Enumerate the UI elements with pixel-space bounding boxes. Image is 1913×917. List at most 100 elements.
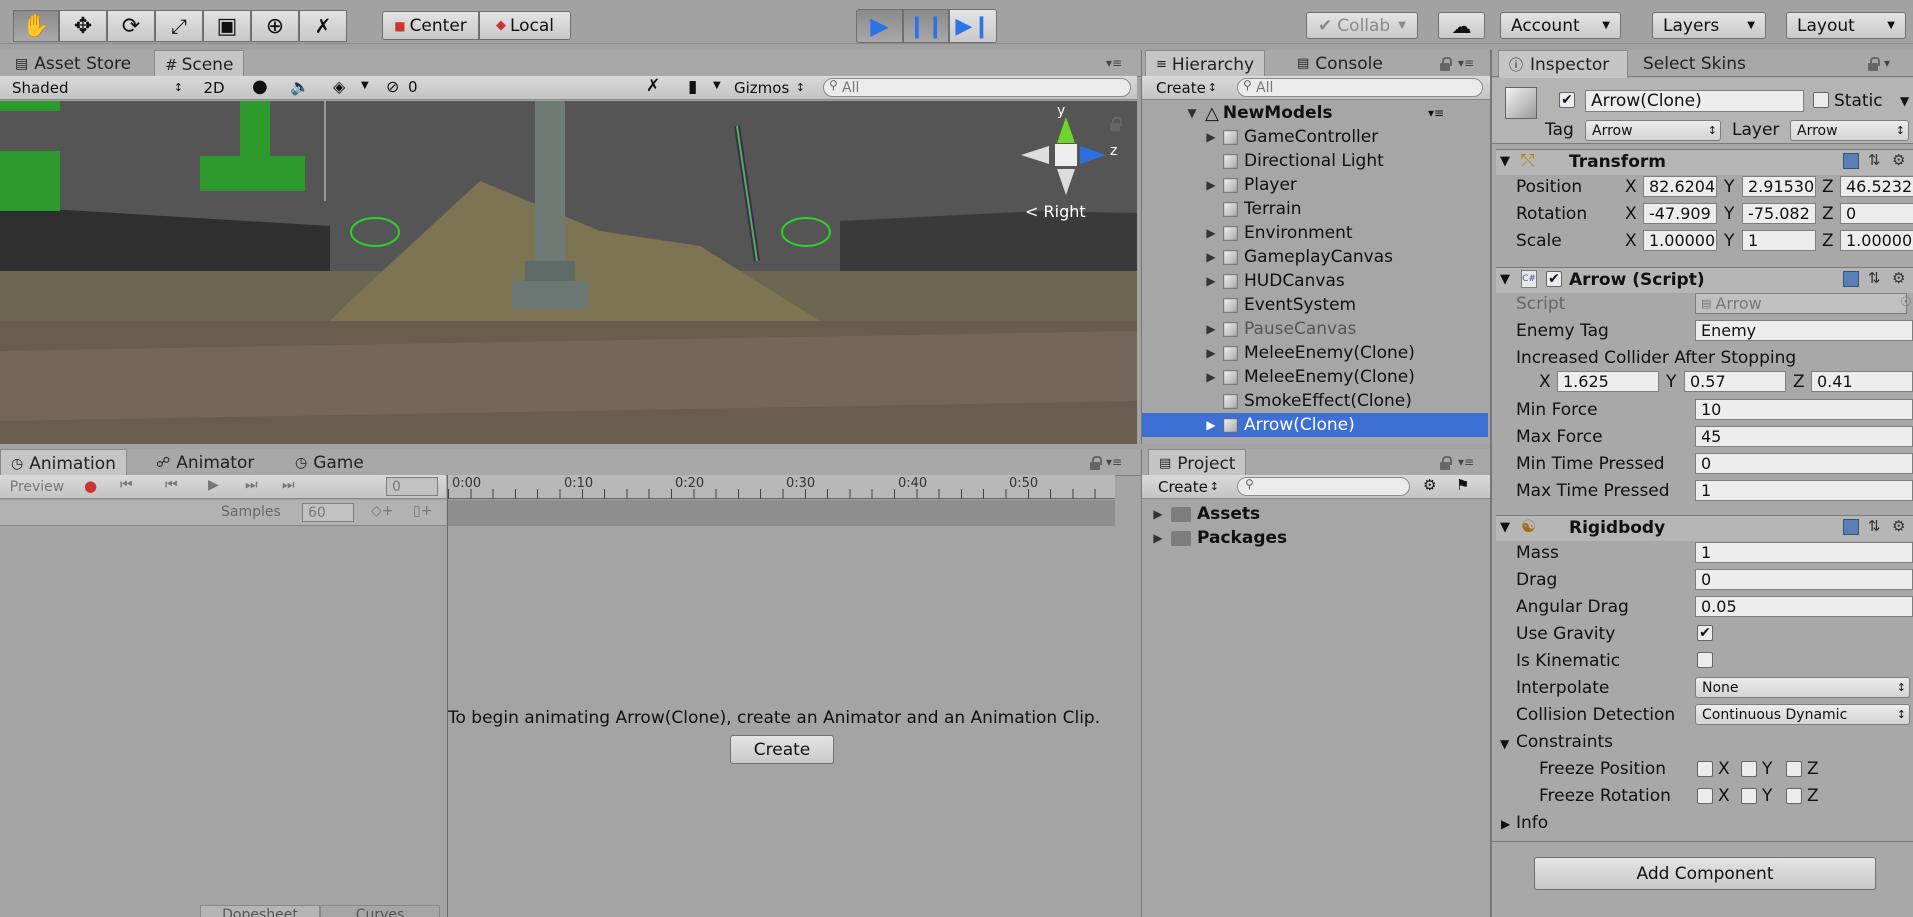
scene-search-input[interactable]: All <box>823 78 1131 97</box>
constraints-label[interactable]: Constraints <box>1516 732 1613 752</box>
tab-inspector[interactable]: ⓘ Inspector <box>1498 50 1629 78</box>
hierarchy-item[interactable]: ▶ HUDCanvas <box>1142 269 1488 293</box>
preset-icon[interactable]: ⇅ <box>1868 151 1881 169</box>
last-frame-icon[interactable]: ⏭ <box>282 477 295 493</box>
transform-tool-button[interactable]: ⊕ <box>251 10 299 42</box>
project-folder-packages[interactable]: ▶ Packages <box>1149 526 1491 550</box>
effects-icon[interactable]: ◈ <box>333 77 345 96</box>
tag-dropdown[interactable]: Arrow <box>1585 120 1721 141</box>
tab-animator[interactable]: ☍ Animator <box>146 449 264 476</box>
hidden-objects-icon[interactable]: ⊘ <box>386 77 399 96</box>
layer-dropdown[interactable]: Arrow <box>1790 120 1909 141</box>
cloud-button[interactable]: ☁ <box>1438 12 1485 39</box>
collab-dropdown[interactable]: ✔ Collab ▼ <box>1306 12 1418 39</box>
rotate-tool-button[interactable]: ⟳ <box>107 10 155 42</box>
freeze-rotation-x-checkbox[interactable] <box>1697 788 1713 804</box>
hierarchy-item[interactable]: Directional Light <box>1142 149 1488 173</box>
lock-icon[interactable] <box>1440 456 1452 470</box>
drag-input[interactable]: 0 <box>1695 569 1913 590</box>
transform-z-input[interactable]: 1.00000 <box>1840 230 1913 251</box>
collider-z-input[interactable]: 0.41 <box>1811 371 1913 392</box>
add-event-icon[interactable]: ▯+ <box>413 503 432 519</box>
expand-arrow-icon[interactable]: ▼ <box>1500 737 1509 751</box>
audio-icon[interactable]: 🔈 <box>290 77 310 96</box>
tab-asset-store[interactable]: ▤ Asset Store <box>5 50 141 77</box>
script-enabled-checkbox[interactable]: ✔ <box>1546 271 1562 287</box>
object-active-checkbox[interactable]: ✔ <box>1559 92 1575 108</box>
tab-project[interactable]: ▤ Project <box>1148 449 1247 477</box>
hierarchy-search-input[interactable]: All <box>1237 78 1483 97</box>
tab-console[interactable]: ▤ Console <box>1287 50 1393 77</box>
pivot-local-button[interactable]: ◆ Local <box>479 11 571 40</box>
prev-frame-icon[interactable]: ⏮ <box>165 477 178 493</box>
hierarchy-item[interactable]: ▶ Arrow(Clone) <box>1142 413 1488 437</box>
expand-arrow-icon[interactable]: ▶ <box>1202 418 1220 432</box>
pause-button[interactable]: ❙❙ <box>903 9 949 43</box>
expand-arrow-icon[interactable]: ▶ <box>1202 322 1220 336</box>
gear-icon[interactable]: ⚙ <box>1892 269 1905 287</box>
tab-select-skins[interactable]: Select Skins <box>1633 50 1756 77</box>
mode-2d-button[interactable]: 2D <box>195 77 233 99</box>
use-gravity-checkbox[interactable]: ✔ <box>1697 625 1713 641</box>
expand-arrow-icon[interactable]: ▶ <box>1202 370 1220 384</box>
help-icon[interactable] <box>1843 271 1859 287</box>
filter-by-label-icon[interactable]: ⚑ <box>1456 476 1469 494</box>
lock-icon[interactable] <box>1440 57 1452 71</box>
angular-drag-input[interactable]: 0.05 <box>1695 596 1913 617</box>
transform-z-input[interactable]: 0 <box>1840 203 1913 224</box>
freeze-rotation-y-checkbox[interactable] <box>1741 788 1757 804</box>
account-dropdown[interactable]: Account ▼ <box>1500 12 1621 39</box>
tools-icon[interactable]: ✗ <box>646 76 660 96</box>
hierarchy-item[interactable]: ▶ MeleeEnemy(Clone) <box>1142 365 1488 389</box>
freeze-position-z-checkbox[interactable] <box>1786 761 1802 777</box>
next-frame-icon[interactable]: ⏭ <box>245 477 258 493</box>
panel-menu-icon[interactable]: ▾≡ <box>1458 56 1474 70</box>
rect-tool-button[interactable]: ▣ <box>203 10 251 42</box>
hierarchy-item[interactable]: ▶ MeleeEnemy(Clone) <box>1142 341 1488 365</box>
panel-menu-icon[interactable]: ▾≡ <box>1428 106 1444 120</box>
info-foldout-label[interactable]: Info <box>1516 813 1548 833</box>
collider-y-input[interactable]: 0.57 <box>1684 371 1786 392</box>
static-checkbox[interactable] <box>1813 92 1829 108</box>
play-button[interactable]: ▶ <box>856 9 903 43</box>
transform-x-input[interactable]: 82.6204 <box>1643 176 1717 197</box>
lock-icon[interactable] <box>1090 456 1102 470</box>
collapse-arrow-icon[interactable]: ▼ <box>1500 272 1510 287</box>
script-field-input[interactable]: 45 <box>1695 426 1913 447</box>
shade-mode-dropdown[interactable]: Shaded <box>6 77 186 98</box>
script-object-field[interactable]: ▤ Arrow <box>1695 293 1907 314</box>
tab-animation[interactable]: ◷ Animation <box>0 449 127 477</box>
tab-scene[interactable]: # Scene <box>154 50 245 78</box>
lock-icon[interactable] <box>1868 57 1880 71</box>
expand-arrow-icon[interactable]: ▼ <box>1183 106 1201 120</box>
preset-icon[interactable]: ⇅ <box>1868 269 1881 287</box>
expand-arrow-icon[interactable]: ▶ <box>1202 130 1220 144</box>
custom-tool-button[interactable]: ✗ <box>299 10 347 42</box>
tab-hierarchy[interactable]: ≡ Hierarchy <box>1145 50 1266 78</box>
mass-input[interactable]: 1 <box>1695 542 1913 563</box>
gear-icon[interactable]: ⚙ <box>1892 151 1905 169</box>
hierarchy-item[interactable]: ▶ Environment <box>1142 221 1488 245</box>
add-keyframe-icon[interactable]: ◇+ <box>371 503 394 519</box>
expand-arrow-icon[interactable]: ▶ <box>1202 250 1220 264</box>
expand-arrow-icon[interactable]: ▶ <box>1202 178 1220 192</box>
freeze-rotation-z-checkbox[interactable] <box>1786 788 1802 804</box>
move-tool-button[interactable]: ✥ <box>59 10 107 42</box>
expand-arrow-icon[interactable]: ▶ <box>1501 817 1510 831</box>
project-create-dropdown[interactable]: Create <box>1152 476 1222 497</box>
expand-arrow-icon[interactable]: ▶ <box>1149 507 1167 521</box>
preview-button[interactable]: Preview <box>2 477 72 497</box>
light-icon[interactable]: ● <box>252 76 268 97</box>
object-picker-icon[interactable]: ☉ <box>1900 295 1912 310</box>
enemy-tag-input[interactable]: Enemy <box>1695 320 1913 341</box>
project-folder-assets[interactable]: ▶ Assets <box>1149 502 1491 526</box>
gear-icon[interactable]: ⚙ <box>1892 517 1905 535</box>
object-name-input[interactable]: Arrow(Clone) <box>1585 90 1804 112</box>
add-component-button[interactable]: Add Component <box>1534 857 1876 890</box>
tab-curves[interactable]: Curves <box>320 905 440 917</box>
gizmos-dropdown[interactable]: Gizmos <box>728 77 808 98</box>
layout-dropdown[interactable]: Layout ▼ <box>1786 12 1906 39</box>
collapse-arrow-icon[interactable]: ▼ <box>1500 520 1510 535</box>
help-icon[interactable] <box>1843 519 1859 535</box>
hierarchy-item[interactable]: SmokeEffect(Clone) <box>1142 389 1488 413</box>
